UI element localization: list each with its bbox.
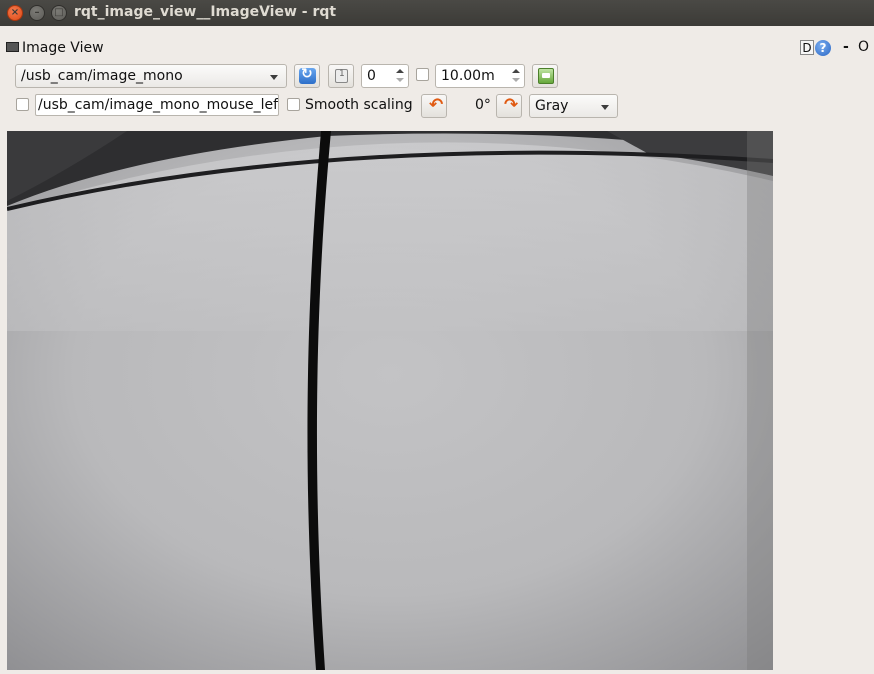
num-gridlines-spinbox[interactable]: 0	[361, 64, 409, 88]
window-close-button[interactable]: ×	[7, 5, 23, 21]
rotate-left-icon	[427, 95, 444, 115]
spin-down-arrow-icon[interactable]	[510, 76, 522, 86]
spin-up-arrow-icon[interactable]	[510, 66, 522, 76]
color-scheme-select[interactable]: Gray	[529, 94, 618, 118]
spin-up-arrow-icon[interactable]	[394, 66, 406, 76]
rotate-right-button[interactable]	[496, 94, 522, 118]
rotate-left-button[interactable]	[421, 94, 447, 118]
mouse-topic-input[interactable]: /usb_cam/image_mono_mouse_left	[35, 94, 279, 116]
window-minimize-button[interactable]: –	[29, 5, 45, 21]
color-scheme-value: Gray	[535, 98, 569, 114]
topic-select[interactable]: /usb_cam/image_mono	[15, 64, 287, 88]
refresh-topics-button[interactable]	[294, 64, 320, 88]
rotate-right-icon	[502, 95, 519, 115]
spin-down-arrow-icon[interactable]	[394, 76, 406, 86]
camera-image-view[interactable]	[7, 131, 773, 670]
refresh-icon	[299, 66, 316, 84]
dock-header: Image View D ? - O	[6, 39, 869, 57]
dock-title: Image View	[22, 40, 104, 56]
num-gridlines-value: 0	[367, 68, 376, 84]
dock-d-button[interactable]: D	[800, 40, 814, 55]
rotation-label: 0°	[475, 97, 491, 113]
zoom-original-icon	[335, 69, 348, 83]
dock-close-button[interactable]: O	[858, 39, 869, 55]
save-image-button[interactable]	[532, 64, 558, 88]
window-title: rqt_image_view__ImageView - rqt	[74, 4, 337, 20]
dynamic-range-spinbox[interactable]: 10.00m	[435, 64, 525, 88]
mouse-topic-value: /usb_cam/image_mono_mouse_left	[38, 97, 279, 113]
smooth-scaling-checkbox[interactable]	[287, 98, 300, 111]
topic-select-value: /usb_cam/image_mono	[21, 68, 183, 84]
window-titlebar: × – □ rqt_image_view__ImageView - rqt	[0, 0, 874, 26]
dock-minimize-button[interactable]: -	[843, 39, 849, 55]
chevron-down-icon	[601, 105, 609, 110]
dynamic-range-checkbox[interactable]	[416, 68, 429, 81]
help-icon[interactable]: ?	[815, 40, 831, 56]
dock-window-icon	[6, 42, 19, 52]
camera-image	[7, 131, 773, 670]
save-image-icon	[538, 68, 554, 84]
window-maximize-button[interactable]: □	[51, 5, 67, 21]
dynamic-range-value: 10.00m	[441, 68, 495, 84]
smooth-scaling-label: Smooth scaling	[305, 97, 413, 113]
publish-click-checkbox[interactable]	[16, 98, 29, 111]
zoom-original-button[interactable]	[328, 64, 354, 88]
chevron-down-icon	[270, 75, 278, 80]
